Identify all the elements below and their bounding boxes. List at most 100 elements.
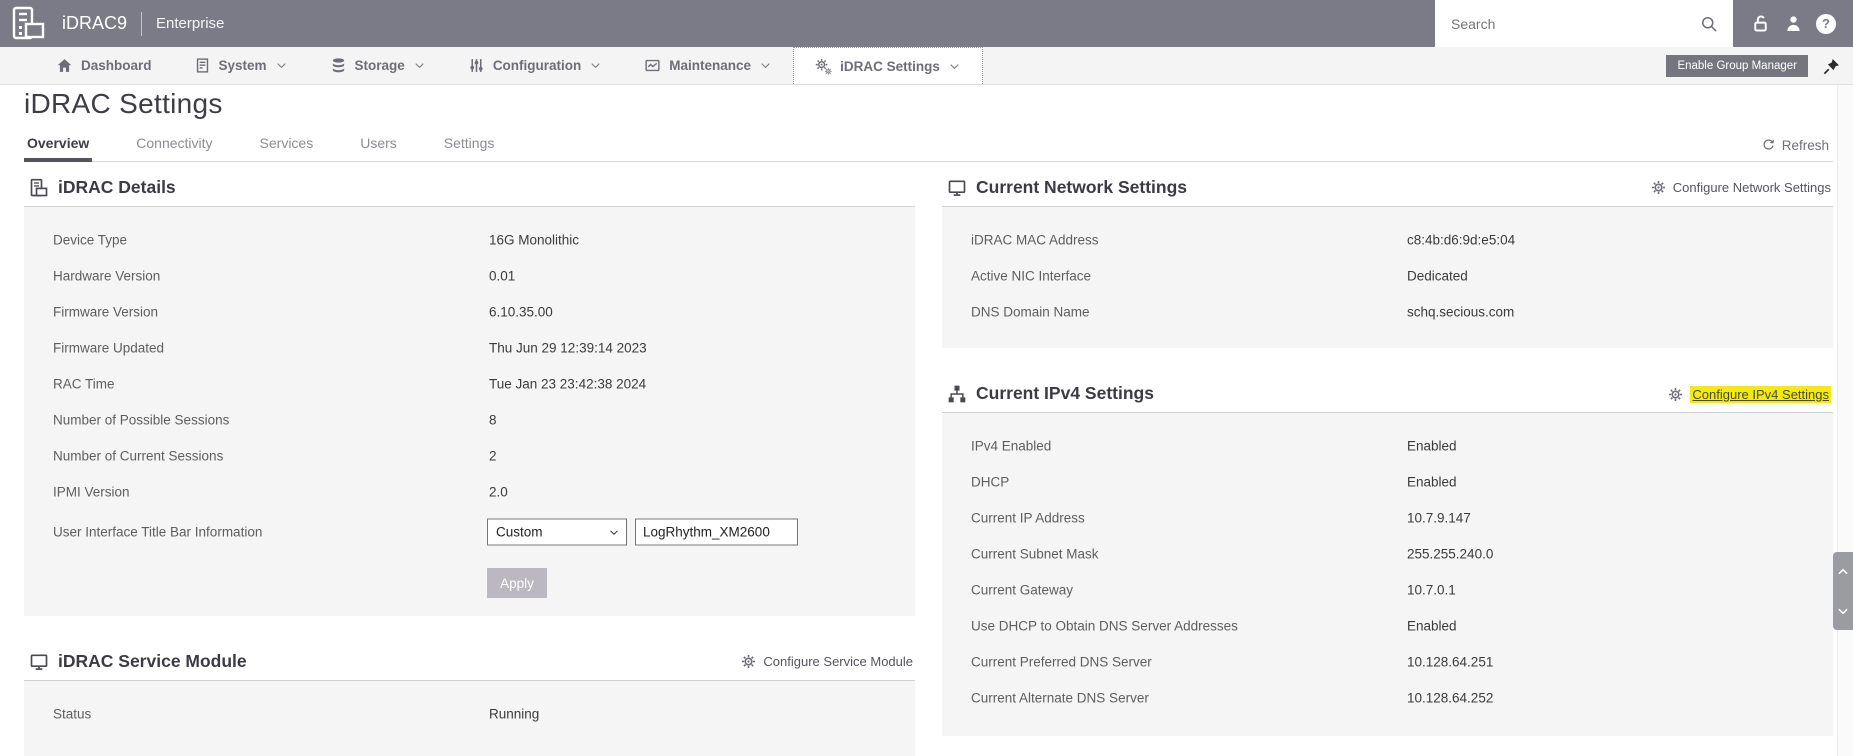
home-icon	[56, 57, 73, 74]
scroll-up-button[interactable]	[1833, 552, 1853, 591]
detail-row: Device Type 16G Monolithic	[24, 222, 915, 258]
product-name: iDRAC9	[62, 13, 128, 33]
storage-icon	[330, 57, 347, 74]
row-label: Device Type	[53, 232, 128, 248]
top-bar: iDRAC9 Enterprise ?	[0, 0, 1853, 47]
panel-header: Current Network Settings Configure Netwo…	[942, 176, 1833, 206]
nav-item-dashboard[interactable]: Dashboard	[35, 47, 173, 84]
gears-icon	[815, 58, 832, 75]
detail-row: Hardware Version 0.01	[24, 258, 915, 294]
chevron-down-icon	[589, 59, 602, 72]
nav-items: Dashboard System Storage Configuration M…	[0, 47, 983, 84]
lock-icon[interactable]	[1750, 13, 1771, 34]
chevron-down-icon	[948, 60, 961, 73]
configure-ipv4-settings-link[interactable]: Configure IPv4 Settings	[1668, 386, 1831, 403]
detail-row: IPv4 Enabled Enabled	[942, 428, 1833, 464]
title-bar-select[interactable]: Custom	[487, 518, 627, 546]
scroll-widget	[1833, 552, 1853, 630]
gear-icon	[1668, 387, 1683, 402]
chevron-down-icon	[413, 59, 426, 72]
panel-body: Device Type 16G Monolithic Hardware Vers…	[24, 207, 915, 616]
tab-connectivity[interactable]: Connectivity	[133, 135, 215, 161]
row-value: c8:4b:d6:9d:e5:04	[1407, 232, 1516, 248]
scrollbar-track[interactable]	[1837, 85, 1853, 756]
detail-row: Firmware Updated Thu Jun 29 12:39:14 202…	[24, 330, 915, 366]
configure-service-module-link[interactable]: Configure Service Module	[741, 654, 913, 669]
row-value: 10.7.0.1	[1407, 582, 1456, 598]
title-bar-input[interactable]	[635, 518, 798, 546]
refresh-button[interactable]: Refresh	[1761, 138, 1829, 153]
maintenance-icon	[644, 57, 661, 74]
edition-name: Enterprise	[156, 15, 225, 32]
system-icon	[194, 57, 211, 74]
row-value: Enabled	[1407, 474, 1457, 490]
tab-users[interactable]: Users	[357, 135, 400, 161]
panel-ipv4-settings: Current IPv4 Settings Configure IPv4 Set…	[942, 382, 1833, 736]
row-label: DNS Domain Name	[971, 304, 1090, 320]
row-label: Hardware Version	[53, 268, 161, 284]
nav-item-storage[interactable]: Storage	[309, 47, 447, 84]
search-box	[1435, 0, 1733, 47]
apply-button[interactable]: Apply	[487, 568, 547, 598]
detail-row: RAC Time Tue Jan 23 23:42:38 2024	[24, 366, 915, 402]
enable-group-manager-button[interactable]: Enable Group Manager	[1666, 55, 1808, 77]
help-icon[interactable]: ?	[1816, 13, 1836, 34]
page-title: iDRAC Settings	[24, 88, 223, 119]
brand: iDRAC9 Enterprise	[8, 3, 224, 44]
row-label: Current IP Address	[971, 510, 1085, 526]
row-label: Use DHCP to Obtain DNS Server Addresses	[971, 618, 1238, 634]
row-value: Enabled	[1407, 618, 1457, 634]
nav-label: System	[218, 58, 267, 73]
user-icon[interactable]	[1783, 13, 1804, 34]
row-label: Current Subnet Mask	[971, 546, 1099, 562]
tab-services[interactable]: Services	[257, 135, 317, 161]
pin-icon[interactable]	[1822, 57, 1841, 76]
nav-item-system[interactable]: System	[173, 47, 309, 84]
detail-row: Current Subnet Mask 255.255.240.0	[942, 536, 1833, 572]
title-bar-row: User Interface Title Bar Information Cus…	[24, 510, 915, 554]
tab-bar: Overview Connectivity Services Users Set…	[24, 130, 1833, 162]
chevron-down-icon	[275, 59, 288, 72]
panel-service-module: iDRAC Service Module Configure Service M…	[24, 650, 915, 756]
panel-title: Current Network Settings	[976, 177, 1187, 197]
row-value: Tue Jan 23 23:42:38 2024	[489, 376, 647, 392]
row-label: RAC Time	[53, 376, 115, 392]
nav-label: Configuration	[492, 58, 582, 73]
detail-row: Current Alternate DNS Server 10.128.64.2…	[942, 680, 1833, 716]
tab-overview[interactable]: Overview	[24, 135, 93, 162]
scroll-down-button[interactable]	[1833, 591, 1853, 630]
row-value: Thu Jun 29 12:39:14 2023	[489, 340, 647, 356]
row-label: DHCP	[971, 474, 1010, 490]
panel-body: IPv4 Enabled Enabled DHCP Enabled Curren…	[942, 413, 1833, 736]
row-value: Dedicated	[1407, 268, 1468, 284]
row-label: Status	[53, 706, 92, 722]
row-label: Current Gateway	[971, 582, 1074, 598]
panel-header: iDRAC Service Module Configure Service M…	[24, 650, 915, 680]
select-value: Custom	[496, 524, 543, 540]
nav-label: Maintenance	[669, 58, 752, 73]
row-label: Number of Possible Sessions	[53, 412, 230, 428]
row-label: IPv4 Enabled	[971, 438, 1052, 454]
nav-item-configuration[interactable]: Configuration	[447, 47, 623, 84]
search-input[interactable]	[1435, 15, 1699, 32]
detail-row: DHCP Enabled	[942, 464, 1833, 500]
row-value: 255.255.240.0	[1407, 546, 1494, 562]
search-icon[interactable]	[1699, 14, 1719, 34]
row-value: 2	[489, 448, 497, 464]
configure-network-settings-link[interactable]: Configure Network Settings	[1651, 180, 1831, 195]
nav-item-idrac-settings[interactable]: iDRAC Settings	[793, 47, 983, 84]
nav-item-maintenance[interactable]: Maintenance	[623, 47, 793, 84]
monitor-icon	[947, 178, 967, 198]
nav-right: Enable Group Manager	[1666, 47, 1853, 85]
gear-icon	[741, 654, 756, 669]
nav-label: Dashboard	[81, 58, 152, 73]
row-value: 6.10.35.00	[489, 304, 553, 320]
row-value: Running	[489, 706, 540, 722]
tab-settings[interactable]: Settings	[441, 135, 498, 161]
apply-row: Apply	[24, 554, 915, 616]
row-value: Enabled	[1407, 438, 1457, 454]
row-label: Current Alternate DNS Server	[971, 690, 1149, 706]
panel-title: iDRAC Service Module	[58, 651, 247, 671]
chevron-down-icon	[608, 526, 620, 538]
detail-row: IPMI Version 2.0	[24, 474, 915, 510]
